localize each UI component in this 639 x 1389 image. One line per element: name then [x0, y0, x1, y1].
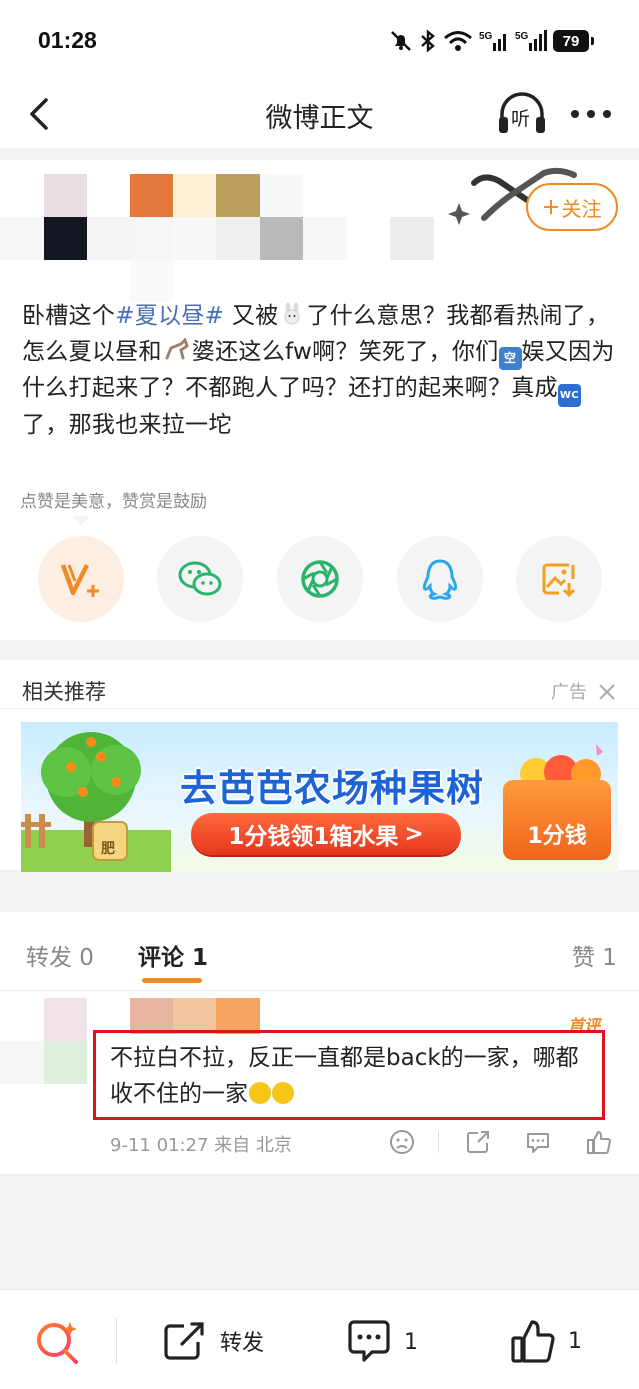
close-icon[interactable] — [597, 682, 617, 702]
rabbit-emoji-icon — [284, 302, 300, 325]
reward-tip-arrow — [72, 516, 90, 525]
kong-emoji: 空 — [498, 347, 522, 370]
signal-5g-icon-1: 5G — [479, 31, 506, 51]
battery-indicator: 79 — [553, 30, 594, 52]
ad-cta-button[interactable]: 1分钱领1箱水果 > — [191, 813, 461, 855]
svg-text:5G: 5G — [515, 31, 529, 42]
comment-button[interactable]: 1 — [346, 1320, 418, 1364]
ad-jar-label: 肥 — [101, 841, 115, 857]
action-divider — [438, 1131, 439, 1153]
tab-comments[interactable]: 评论 1 — [138, 938, 208, 972]
repost-label: 转发 — [220, 1331, 265, 1356]
section-divider — [0, 148, 639, 160]
horse-emoji-icon — [165, 337, 189, 360]
save-image-button[interactable] — [516, 536, 602, 622]
plus-icon — [543, 200, 558, 214]
svg-text:5G: 5G — [479, 31, 493, 42]
section-divider — [0, 872, 639, 912]
follow-button[interactable]: 关注 — [526, 183, 618, 231]
reply-comment-icon[interactable] — [524, 1128, 552, 1156]
ad-tag: 广告 — [551, 682, 587, 703]
username-pixelated[interactable] — [130, 170, 440, 302]
topic-link[interactable]: #夏以昼# — [115, 303, 224, 329]
avatar-pixelated[interactable] — [0, 170, 130, 262]
repost-comment-icon[interactable] — [464, 1128, 492, 1156]
tab-likes[interactable]: 赞 1 — [572, 938, 617, 972]
wechat-icon — [178, 561, 222, 596]
comment-meta: 9-11 01:27 来自 北京 — [110, 1135, 292, 1156]
listen-button[interactable]: 听 — [496, 90, 548, 138]
reward-tip: 点赞是美意，赞赏是鼓励 — [16, 487, 211, 517]
fruit-tree-illustration-icon — [21, 732, 171, 872]
ad-cta-arrow: > — [404, 821, 424, 847]
ad-headline: 去芭芭农场种果树 — [180, 767, 484, 810]
status-time: 01:28 — [38, 27, 97, 53]
commenter-name-pixelated[interactable] — [130, 998, 262, 1034]
repost-button[interactable]: 转发 — [162, 1320, 264, 1362]
reward-v-plus-icon — [60, 563, 99, 597]
ad-cta-label: 1分钱领1箱水果 — [228, 824, 399, 850]
ad-banner[interactable]: 肥 去芭芭农场种果树 1分钱领1箱水果 > 1分钱 — [21, 722, 618, 872]
repost-icon — [164, 1322, 204, 1360]
highlight-annotation-box — [93, 1030, 605, 1120]
wifi-icon — [444, 31, 472, 51]
status-icons: 5G 5G 79 — [389, 26, 594, 56]
ad-fruit-box: 1分钱 — [503, 780, 611, 860]
like-comment-icon[interactable] — [585, 1128, 613, 1156]
post-text-segment: 又被 — [224, 303, 279, 329]
active-tab-indicator — [142, 978, 202, 983]
search-icon[interactable] — [34, 1318, 82, 1366]
post-text-segment: 了，那我也来拉一坨 — [22, 412, 232, 438]
thumbs-up-icon — [511, 1320, 555, 1363]
bottom-action-bar: 转发 1 1 — [0, 1289, 639, 1389]
rec-divider — [0, 708, 639, 709]
listen-label: 听 — [511, 108, 531, 130]
status-bar: 01:28 5G 5G 79 — [0, 0, 639, 82]
comment-bubble-icon — [348, 1320, 390, 1362]
reward-button[interactable] — [38, 536, 124, 622]
comment-count: 1 — [404, 1329, 418, 1355]
related-recommend-title: 相关推荐 — [22, 680, 106, 704]
mute-bell-icon — [391, 31, 411, 51]
bluetooth-icon — [421, 29, 435, 53]
post-body: 卧槽这个#夏以昼# 又被 了什么意思？我都看热闹了，怎么夏以昼和 婆还这么fw啊？笑… — [22, 298, 622, 443]
moments-aperture-icon — [301, 560, 339, 598]
more-options-icon[interactable] — [568, 96, 614, 132]
wc-emoji: WC — [557, 384, 581, 407]
share-qq-button[interactable] — [397, 536, 483, 622]
qq-penguin-icon — [422, 559, 458, 600]
share-wechat-button[interactable] — [157, 536, 243, 622]
nav-bar: 微博正文 听 — [0, 82, 639, 148]
save-image-icon — [542, 563, 576, 598]
signal-5g-icon-2: 5G — [515, 30, 547, 51]
commenter-avatar-pixelated[interactable] — [0, 998, 90, 1086]
dislike-face-icon[interactable] — [388, 1128, 416, 1156]
share-moments-button[interactable] — [277, 536, 363, 622]
follow-label: 关注 — [561, 196, 602, 221]
post-text-segment: 婆还这么fw啊？笑死了，你们 — [191, 339, 499, 365]
tabs-divider — [0, 990, 639, 991]
like-count: 1 — [568, 1328, 582, 1354]
tab-repost[interactable]: 转发 0 — [26, 938, 94, 972]
section-divider — [0, 640, 639, 660]
like-button[interactable]: 1 — [510, 1318, 582, 1364]
post-text-segment: 卧槽这个 — [22, 303, 116, 329]
bottom-bar-divider — [116, 1318, 117, 1364]
